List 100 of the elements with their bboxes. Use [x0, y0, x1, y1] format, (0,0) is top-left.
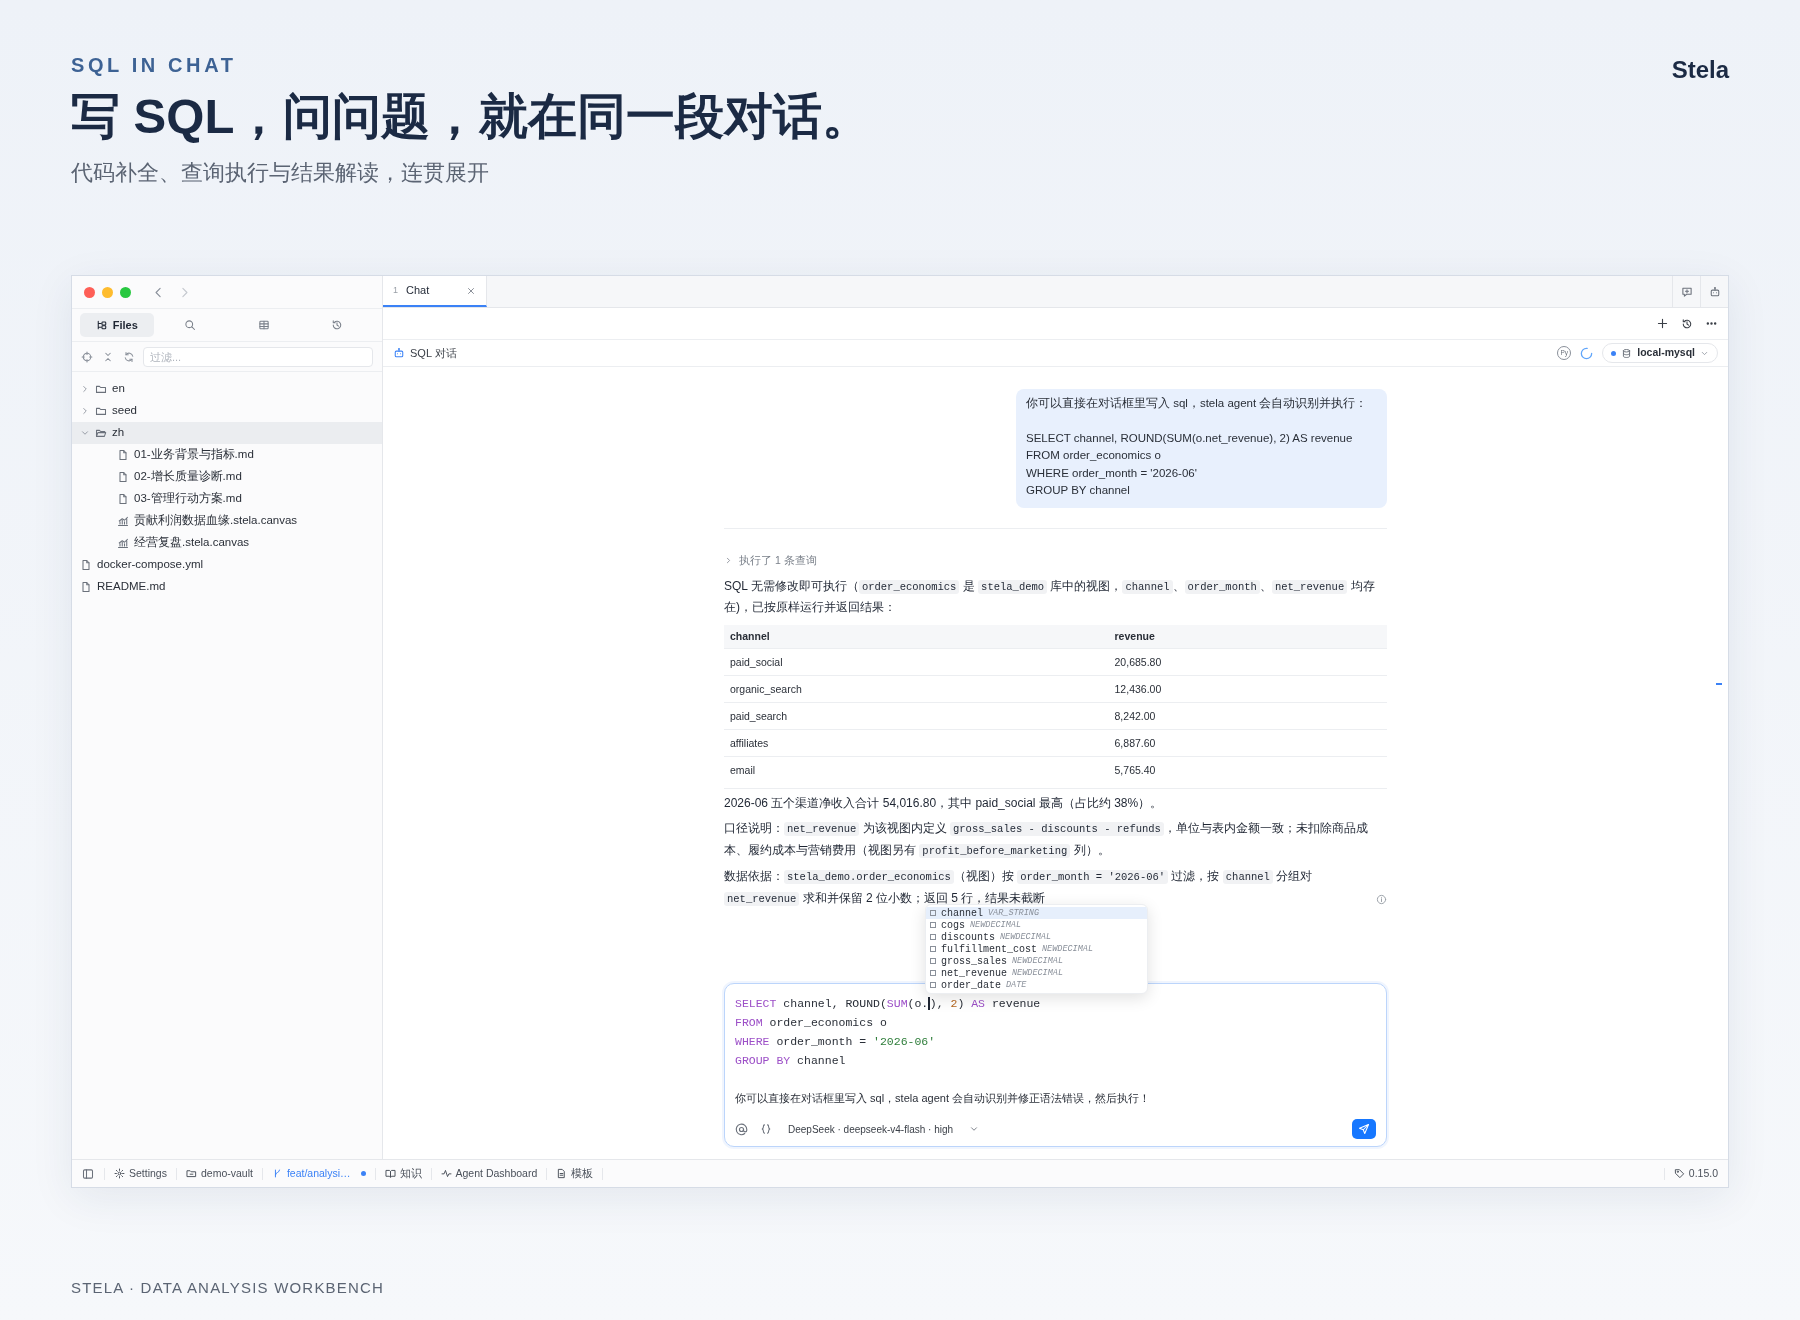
braces-icon[interactable] — [760, 1123, 772, 1135]
vault-button[interactable]: demo-vault — [176, 1165, 262, 1182]
files-tab[interactable]: Files — [80, 313, 154, 337]
completion-item[interactable]: net_revenue NEWDECIMAL — [926, 967, 1147, 979]
chevron-right-icon — [724, 555, 733, 565]
book-icon — [384, 1168, 396, 1179]
new-chat-icon[interactable] — [1680, 285, 1693, 298]
folder-icon — [95, 383, 107, 395]
file-item[interactable]: 03-管理行动方案.md — [72, 488, 382, 510]
sidebar-toggle-icon[interactable] — [82, 1167, 94, 1180]
model-selector[interactable]: DeepSeek · deepseek-v4-flash · high — [788, 1121, 980, 1137]
table-cell: 8,242.00 — [1108, 702, 1387, 730]
subheadline: 代码补全、查询执行与结果解读，连贯展开 — [71, 159, 489, 187]
user-message: 你可以直接在对话框里写入 sql，stela agent 会自动识别并执行： SELECT channel, ROUND(SUM(o.net_revenue), 2) AS revenue FROM order_economics o WHERE order_month = '2026-06' GROUP BY channel — [1016, 389, 1387, 508]
table-cell: email — [724, 756, 1109, 784]
brand-logo: Stela — [1671, 55, 1729, 85]
query-summary-toggle[interactable]: 执行了 1 条查询 — [724, 552, 817, 569]
file-item[interactable]: docker-compose.yml — [72, 554, 382, 576]
database-icon — [1621, 347, 1633, 359]
dashboard-button[interactable]: Agent Dashboard — [431, 1165, 547, 1182]
close-window-button[interactable] — [84, 286, 95, 298]
version-label: 0.15.0 — [1673, 1165, 1718, 1182]
info-icon[interactable] — [1376, 893, 1387, 905]
chevron-right-icon — [80, 406, 90, 416]
column-header: channel — [724, 624, 1109, 649]
branch-button[interactable]: feat/analysi… — [262, 1165, 375, 1182]
table-cell: paid_search — [724, 702, 1109, 730]
table-icon — [257, 319, 270, 331]
file-item[interactable]: 02-增长质量诊断.md — [72, 466, 382, 488]
mention-icon[interactable] — [735, 1122, 748, 1136]
eyebrow-label: SQL IN CHAT — [71, 53, 237, 78]
file-icon — [80, 581, 92, 593]
file-icon — [117, 471, 129, 483]
knowledge-button[interactable]: 知识 — [375, 1165, 431, 1182]
filter-field[interactable]: 过滤... — [143, 346, 373, 367]
table-cell: 12,436.00 — [1108, 675, 1387, 703]
send-button[interactable] — [1352, 1119, 1376, 1139]
minimize-window-button[interactable] — [102, 286, 113, 298]
completion-item[interactable]: gross_sales NEWDECIMAL — [926, 955, 1147, 967]
table-cell: 6,887.60 — [1108, 729, 1387, 757]
gear-icon — [114, 1168, 125, 1179]
table-cell: 20,685.80 — [1108, 648, 1387, 676]
send-icon — [1358, 1123, 1370, 1135]
tag-icon — [1673, 1168, 1685, 1179]
table-cell: affiliates — [724, 729, 1109, 757]
settings-button[interactable]: Settings — [105, 1165, 176, 1182]
headline: 写 SQL，问问题，就在同一段对话。 — [71, 88, 872, 145]
answer-paragraph: SQL 无需修改即可执行（ order_economics 是 stela_demo 库中的视图， channel 、 order_month 、 net_revenue 均存在)，已按原样运行并返回结果： — [724, 577, 1376, 616]
tree-icon — [95, 319, 108, 331]
maximize-window-button[interactable] — [120, 286, 131, 298]
file-icon — [80, 559, 92, 571]
folder-item[interactable]: seed — [72, 400, 382, 422]
loading-spinner-icon — [1579, 345, 1595, 361]
chart-icon — [117, 515, 129, 527]
folder-icon — [185, 1168, 197, 1179]
chevron-right-icon — [80, 384, 90, 394]
file-icon — [117, 493, 129, 505]
plus-icon[interactable] — [1656, 317, 1669, 330]
completion-item[interactable]: fulfillment_cost NEWDECIMAL — [926, 943, 1147, 955]
file-icon — [556, 1168, 568, 1179]
history-icon[interactable] — [1681, 317, 1693, 330]
file-icon — [117, 449, 129, 461]
history-icon — [331, 319, 344, 331]
file-item[interactable]: 贡献利润数据血缘.stela.canvas — [72, 510, 382, 532]
close-icon[interactable] — [466, 285, 476, 296]
chart-icon — [117, 537, 129, 549]
completion-item[interactable]: cogs NEWDECIMAL — [926, 919, 1147, 931]
completion-item[interactable]: channel VAR_STRING — [926, 907, 1147, 919]
column-header: revenue — [1108, 624, 1387, 649]
folder-item[interactable]: en — [72, 378, 382, 400]
pulse-icon — [440, 1168, 452, 1179]
table-cell: organic_search — [724, 675, 1109, 703]
templates-button[interactable]: 模板 — [547, 1165, 603, 1182]
bot-icon — [393, 347, 405, 359]
file-item[interactable]: 经营复盘.stela.canvas — [72, 532, 382, 554]
message-text: 你可以直接在对话框里写入 sql，stela agent 会自动识别并修正语法错误，然后执行！ — [735, 1091, 1150, 1106]
folder-icon — [95, 405, 107, 417]
chat-title: SQL 对话 — [410, 345, 457, 361]
table-cell: 5,765.40 — [1108, 756, 1387, 784]
chat-tab[interactable]: 1 Chat — [383, 276, 487, 307]
code-line: FROM order_economics o — [735, 1015, 887, 1031]
refresh-icon[interactable] — [123, 350, 135, 363]
table-cell: paid_social — [724, 648, 1109, 676]
scroll-marker — [1716, 683, 1722, 685]
file-item[interactable]: 01-业务背景与指标.md — [72, 444, 382, 466]
bot-icon[interactable] — [1708, 285, 1721, 298]
code-line: WHERE order_month = '2026-06' — [735, 1034, 936, 1050]
locate-icon[interactable] — [81, 350, 93, 363]
answer-paragraph: 2026-06 五个渠道净收入合计 54,016.80，其中 paid_social 最高（占比约 38%）。 — [724, 787, 1387, 814]
chevron-down-icon — [80, 428, 90, 438]
chevron-down-icon — [969, 1124, 980, 1134]
folder-item[interactable]: zh — [72, 422, 382, 444]
completion-item[interactable]: discounts NEWDECIMAL — [926, 931, 1147, 943]
folder-icon — [95, 427, 107, 439]
file-item[interactable]: README.md — [72, 576, 382, 598]
code-line: GROUP BY channel — [735, 1053, 846, 1069]
collapse-icon[interactable] — [102, 350, 114, 363]
search-icon — [184, 319, 197, 331]
code-line: SELECT channel, ROUND(SUM(o.), 2) AS revenue — [735, 996, 1041, 1013]
answer-paragraph: 数据依据： stela_demo.order_economics （视图）按 order_month = '2026-06' 过滤，按 channel 分组对 net_revenue 求和并保留 2 位小数；返回 5 行，结果未截断 — [724, 867, 1314, 908]
